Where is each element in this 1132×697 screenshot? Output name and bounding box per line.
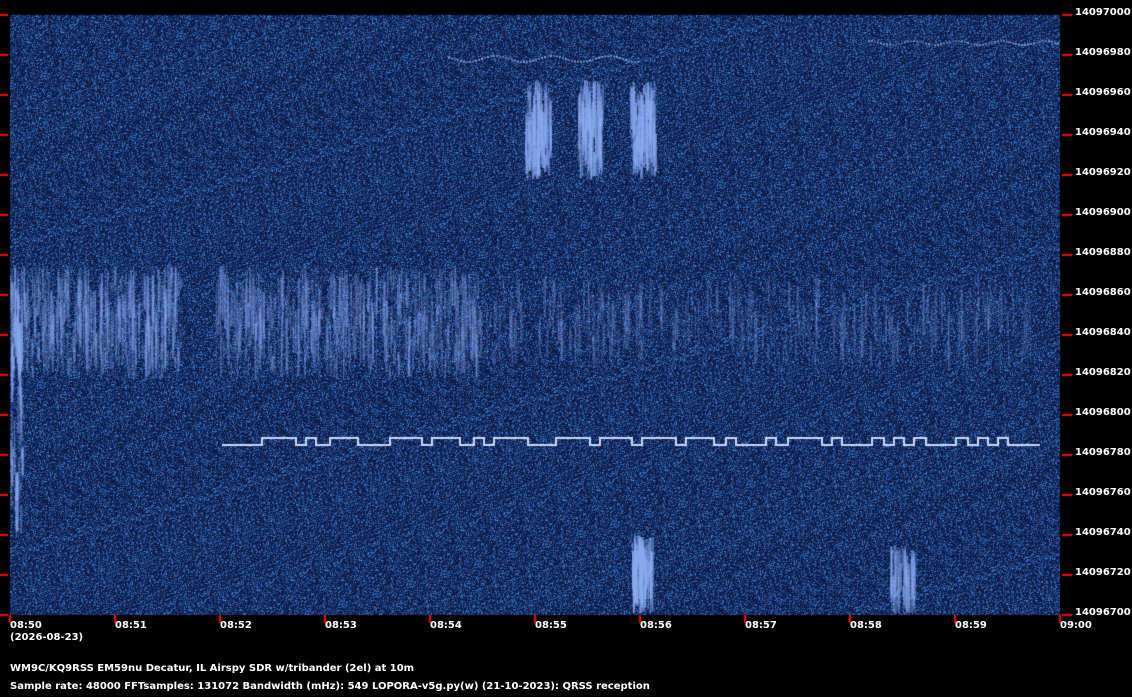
freq-tick-label: 14096800 [1075,407,1131,418]
freq-tick-label: 14096880 [1075,247,1131,258]
time-tick-label: 08:54 [430,620,462,631]
time-tick-label: 08:55 [535,620,567,631]
freq-tick-label: 14096900 [1075,207,1131,218]
time-tick-label: 09:00 [1060,620,1092,631]
time-tick-label: 08:51 [115,620,147,631]
date-label: (2026-08-23) [10,632,84,643]
freq-tick-label: 14096760 [1075,487,1131,498]
freq-tick-label: 14096920 [1075,167,1131,178]
freq-tick-label: 14096720 [1075,567,1131,578]
reception-info: Sample rate: 48000 FFTsamples: 131072 Ba… [10,681,650,692]
freq-tick-label: 14096740 [1075,527,1131,538]
waterfall-spectrogram [0,0,1132,697]
time-tick-label: 08:53 [325,620,357,631]
freq-tick-label: 14096700 [1075,607,1131,618]
time-tick-label: 08:52 [220,620,252,631]
freq-tick-label: 14096960 [1075,87,1131,98]
time-tick-label: 08:50 [10,620,42,631]
time-tick-label: 08:58 [850,620,882,631]
time-tick-label: 08:57 [745,620,777,631]
freq-tick-label: 14096940 [1075,127,1131,138]
time-tick-label: 08:56 [640,620,672,631]
freq-tick-label: 14096840 [1075,327,1131,338]
freq-tick-label: 14097000 [1075,7,1131,18]
station-info: WM9C/KQ9RSS EM59nu Decatur, IL Airspy SD… [10,663,415,674]
freq-tick-label: 14096820 [1075,367,1131,378]
freq-tick-label: 14096980 [1075,47,1131,58]
freq-tick-label: 14096780 [1075,447,1131,458]
freq-tick-label: 14096860 [1075,287,1131,298]
time-tick-label: 08:59 [955,620,987,631]
